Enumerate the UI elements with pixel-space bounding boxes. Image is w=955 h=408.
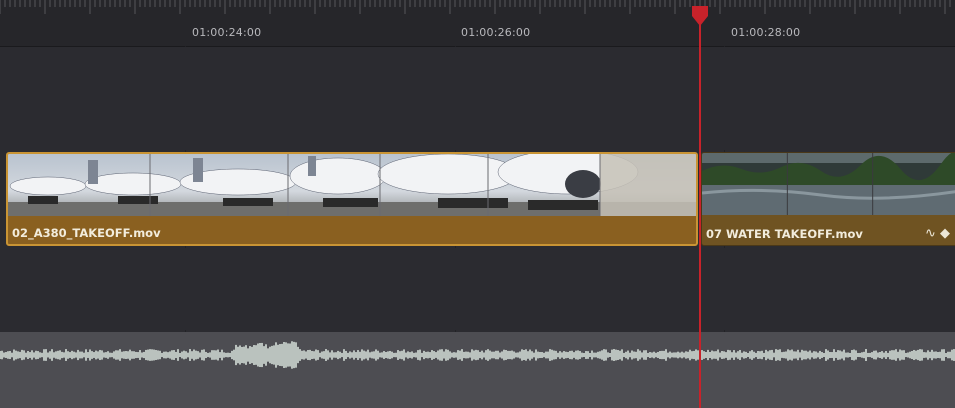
timecode-label: 01:00:28:00 xyxy=(731,26,801,39)
timecode-label: 01:00:26:00 xyxy=(461,26,531,39)
video-track-upper[interactable] xyxy=(0,47,955,150)
video-clip-water[interactable]: 07 WATER TAKEOFF.mov ∿ ◆ xyxy=(701,152,955,246)
audio-track[interactable] xyxy=(0,332,955,408)
video-track-lower[interactable] xyxy=(0,248,955,330)
clip-thumbnails xyxy=(8,154,696,216)
timecode-label: 01:00:24:00 xyxy=(192,26,262,39)
keyframe-icon[interactable]: ◆ xyxy=(940,226,950,241)
playhead-handle[interactable] xyxy=(690,6,710,28)
curve-icon[interactable]: ∿ xyxy=(925,226,936,241)
ruler-ticks xyxy=(0,0,951,14)
timeline-ruler[interactable]: 01:00:24:00 01:00:26:00 01:00:28:00 xyxy=(0,0,955,47)
playhead-line[interactable] xyxy=(699,10,701,408)
clip-icons: ∿ ◆ xyxy=(925,226,950,241)
audio-waveform xyxy=(0,341,955,369)
video-clip-a380[interactable]: 02_A380_TAKEOFF.mov xyxy=(6,152,698,246)
clip-thumbnails xyxy=(702,153,955,215)
clip-name: 02_A380_TAKEOFF.mov xyxy=(12,226,161,240)
clip-name: 07 WATER TAKEOFF.mov xyxy=(706,227,863,241)
timeline[interactable]: 01:00:24:00 01:00:26:00 01:00:28:00 02_A… xyxy=(0,0,955,408)
